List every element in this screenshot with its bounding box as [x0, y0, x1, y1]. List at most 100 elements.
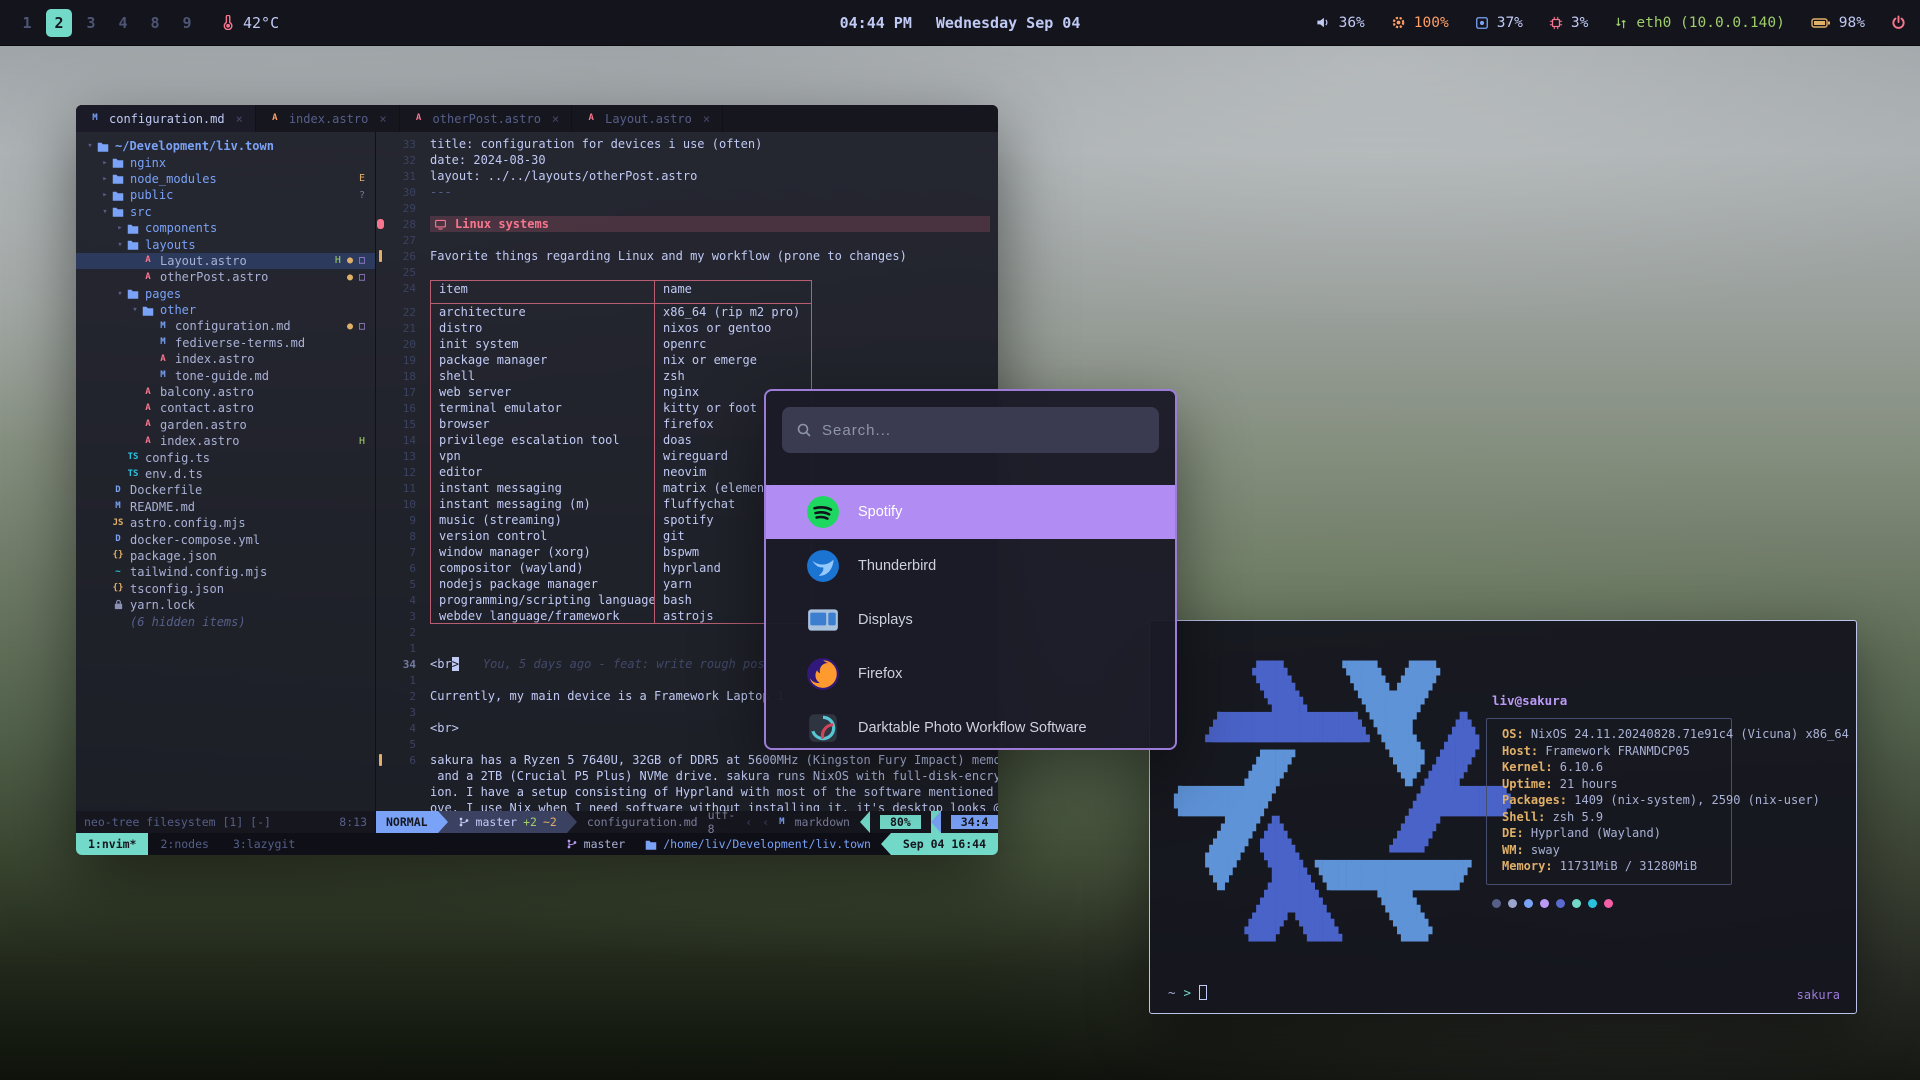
tree-item-config.ts[interactable]: TSconfig.ts	[76, 449, 375, 465]
tree-item-other[interactable]: ▾other	[76, 302, 375, 318]
tree-item-index.astro[interactable]: Aindex.astroH	[76, 433, 375, 449]
tab-Layout.astro[interactable]: ALayout.astro×	[572, 105, 723, 132]
workspace-9[interactable]: 9	[174, 9, 200, 37]
tree-item-Layout.astro[interactable]: ALayout.astroH●□	[76, 253, 375, 269]
brightness-module[interactable]: 100%	[1391, 15, 1449, 31]
fetch-terminal[interactable]: ▗▄▄▄ ▗▄▄▄▄ ▄▄▄▖ ▜███▙ ▜███▙ ▟███▛ ▜███▙ …	[1149, 620, 1857, 1014]
table-cell-item: privilege escalation tool	[430, 432, 654, 448]
sign-column	[376, 544, 386, 560]
close-icon[interactable]: ×	[236, 112, 243, 126]
tab-otherPost.astro[interactable]: AotherPost.astro×	[400, 105, 573, 132]
tree-item-node_modules[interactable]: ▸node_modulesE	[76, 171, 375, 187]
network-module[interactable]: eth0 (10.0.0.140)	[1614, 15, 1784, 31]
clock-time: 04:44 PM	[840, 14, 912, 32]
cpu-module[interactable]: 3%	[1549, 15, 1588, 31]
astro-file-icon: A	[141, 420, 155, 429]
launcher-item-thunderbird[interactable]: Thunderbird	[766, 539, 1175, 593]
line-number: 18	[386, 370, 416, 383]
search-input[interactable]	[822, 422, 1145, 439]
tree-item-otherPost.astro[interactable]: AotherPost.astro●□	[76, 269, 375, 285]
chevron-icon: ▸	[99, 158, 111, 168]
launcher-item-displays[interactable]: Displays	[766, 593, 1175, 647]
tree-item-contact.astro[interactable]: Acontact.astro	[76, 400, 375, 416]
tmux-window-2:nodes[interactable]: 2:nodes	[148, 833, 220, 855]
buffer-tabs: Mconfiguration.md×Aindex.astro× AotherPos…	[76, 105, 998, 132]
tree-item-docker-compose.yml[interactable]: Ddocker-compose.yml	[76, 531, 375, 547]
tree-item-label: yarn.lock	[130, 598, 195, 612]
docker-file-icon: D	[111, 486, 125, 495]
tree-item-nginx[interactable]: ▸nginx	[76, 154, 375, 170]
launcher-item-firefox[interactable]: Firefox	[766, 647, 1175, 701]
brightness-module-value: 100%	[1414, 15, 1449, 31]
tmux-window-3:lazygit[interactable]: 3:lazygit	[221, 833, 307, 855]
table-cell-item: shell	[430, 368, 654, 384]
tree-item-env.d.ts[interactable]: TSenv.d.ts	[76, 466, 375, 482]
logo-segment: ▟███▛ ▜███▙	[1174, 920, 1393, 935]
tab-configuration.md[interactable]: Mconfiguration.md×	[76, 105, 256, 132]
tab-index.astro[interactable]: Aindex.astro×	[256, 105, 400, 132]
close-icon[interactable]: ×	[379, 112, 386, 126]
volume-module[interactable]: 36%	[1315, 15, 1365, 31]
tree-item-Dockerfile[interactable]: DDockerfile	[76, 482, 375, 498]
line-number: 32	[386, 154, 416, 167]
workspace-8[interactable]: 8	[142, 9, 168, 37]
tree-item-tsconfig.json[interactable]: {}tsconfig.json	[76, 581, 375, 597]
tree-item-configuration.md[interactable]: Mconfiguration.md●□	[76, 318, 375, 334]
tree-item-(6 hidden items)[interactable]: (6 hidden items)	[76, 613, 375, 629]
workspace-4[interactable]: 4	[110, 9, 136, 37]
tree-item-yarn.lock[interactable]: yarn.lock	[76, 597, 375, 613]
tree-item-layouts[interactable]: ▾layouts	[76, 236, 375, 252]
close-icon[interactable]: ×	[552, 112, 559, 126]
tree-item-components[interactable]: ▸components	[76, 220, 375, 236]
line-number: 28	[386, 218, 416, 231]
launcher-item-spotify[interactable]: Spotify	[766, 485, 1175, 539]
line-number: 34	[386, 658, 416, 671]
tree-item-badges: H	[359, 436, 365, 447]
launcher-item-label: Darktable Photo Workflow Software	[858, 720, 1087, 736]
logo-segment: ▄▄▄▄▖ ▜███▙	[1174, 743, 1440, 758]
launcher-item-label: Thunderbird	[858, 558, 936, 574]
fetch-key: DE:	[1502, 826, 1531, 840]
close-icon[interactable]: ×	[703, 112, 710, 126]
tree-item-tone-guide.md[interactable]: Mtone-guide.md	[76, 367, 375, 383]
tree-item-public[interactable]: ▸public?	[76, 187, 375, 203]
tree-item-~/Development/liv.town[interactable]: ▾~/Development/liv.town	[76, 138, 375, 154]
logo-segment: ▜███▙	[1385, 906, 1424, 921]
tree-item-garden.astro[interactable]: Agarden.astro	[76, 417, 375, 433]
tree-item-package.json[interactable]: {}package.json	[76, 548, 375, 564]
launcher-search[interactable]	[782, 407, 1159, 453]
buffer-line: 30---	[376, 184, 998, 200]
logo-segment: ▜████▛	[1370, 713, 1456, 728]
tree-item-index.astro[interactable]: Aindex.astro	[76, 351, 375, 367]
thermometer-icon	[220, 15, 235, 30]
workspace-1[interactable]: 1	[14, 9, 40, 37]
file-tree[interactable]: ▾~/Development/liv.town▸nginx▸node_modul…	[76, 132, 376, 811]
buffer-text: ove. I use Nix when I need software with…	[430, 801, 998, 811]
tab-label: otherPost.astro	[433, 112, 541, 126]
tree-item-balcony.astro[interactable]: Abalcony.astro	[76, 384, 375, 400]
workspace-3[interactable]: 3	[78, 9, 104, 37]
table-cell-item: compositor (wayland)	[430, 560, 654, 576]
table-cell-item: terminal emulator	[430, 400, 654, 416]
tree-item-README.md[interactable]: MREADME.md	[76, 499, 375, 515]
power-module[interactable]	[1891, 15, 1906, 30]
workspace-2[interactable]: 2	[46, 9, 72, 37]
tree-item-tailwind.config.mjs[interactable]: ~tailwind.config.mjs	[76, 564, 375, 580]
tmux-window-1:nvim*[interactable]: 1:nvim*	[76, 833, 148, 855]
tree-item-src[interactable]: ▾src	[76, 204, 375, 220]
tree-item-fediverse-terms.md[interactable]: Mfediverse-terms.md	[76, 335, 375, 351]
tree-item-label: tsconfig.json	[130, 582, 224, 596]
folder-icon	[141, 305, 155, 316]
astro-file-icon: A	[584, 114, 598, 123]
tmux-branch-module: master	[556, 833, 636, 855]
launcher-item-darktable[interactable]: Darktable Photo Workflow Software	[766, 701, 1175, 750]
powerline-separator	[881, 833, 891, 855]
badge: ●	[347, 272, 353, 283]
sign-column	[376, 768, 386, 784]
tree-item-astro.config.mjs[interactable]: JSastro.config.mjs	[76, 515, 375, 531]
tree-item-pages[interactable]: ▾pages	[76, 286, 375, 302]
sign-column	[376, 384, 386, 400]
battery-module[interactable]: 98%	[1811, 15, 1865, 31]
disk-module[interactable]: 37%	[1475, 15, 1523, 31]
sign-column	[376, 512, 386, 528]
